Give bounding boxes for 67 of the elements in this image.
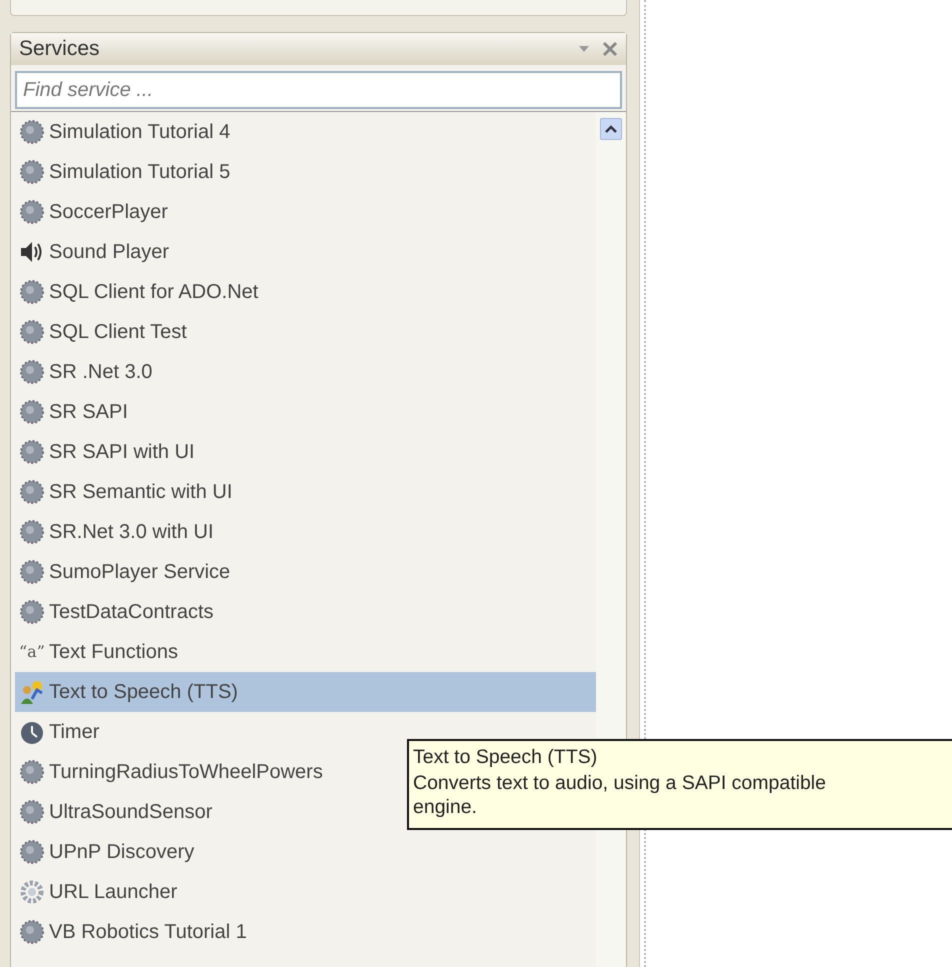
gear-icon bbox=[19, 519, 45, 545]
service-label: UPnP Discovery bbox=[49, 840, 194, 865]
service-label: Timer bbox=[49, 720, 100, 745]
chevron-up-icon bbox=[605, 125, 617, 133]
tooltip-title: Text to Speech (TTS) bbox=[413, 745, 598, 770]
service-item[interactable]: Simulation Tutorial 4 bbox=[15, 112, 596, 152]
service-item[interactable]: VB Robotics Tutorial 1 bbox=[15, 912, 596, 952]
gear-icon bbox=[19, 799, 45, 825]
gear-icon bbox=[19, 279, 45, 305]
gear-icon bbox=[19, 199, 45, 225]
gear-icon bbox=[19, 599, 45, 625]
tooltip-description: Converts text to audio, using a SAPI compatible engine. bbox=[413, 772, 827, 820]
people-icon bbox=[19, 679, 45, 705]
service-item[interactable]: SR Semantic with UI bbox=[15, 472, 596, 512]
panel-title: Services bbox=[19, 36, 101, 62]
service-item[interactable]: SR.Net 3.0 with UI bbox=[15, 512, 596, 552]
gear-icon bbox=[19, 919, 45, 945]
service-label: Text Functions bbox=[49, 640, 178, 665]
service-label: SQL Client for ADO.Net bbox=[49, 280, 258, 305]
gear-icon bbox=[19, 559, 45, 585]
service-item[interactable]: Text to Speech (TTS) bbox=[15, 672, 596, 712]
service-label: Text to Speech (TTS) bbox=[49, 680, 238, 705]
gear-icon bbox=[19, 119, 45, 145]
service-item[interactable]: Simulation Tutorial 5 bbox=[15, 152, 596, 192]
dropdown-icon[interactable] bbox=[578, 45, 590, 53]
gear-icon bbox=[19, 359, 45, 385]
service-label: SR Semantic with UI bbox=[49, 480, 232, 505]
quote-icon: “a” bbox=[19, 640, 45, 664]
service-label: SR.Net 3.0 with UI bbox=[49, 520, 214, 545]
service-label: SR SAPI with UI bbox=[49, 440, 195, 465]
service-label: VB Robotics Tutorial 1 bbox=[49, 920, 247, 945]
clock-icon bbox=[19, 719, 45, 745]
gear-icon bbox=[19, 159, 45, 185]
service-item[interactable]: SQL Client Test bbox=[15, 312, 596, 352]
service-label: Sound Player bbox=[49, 240, 170, 265]
service-label: SR .Net 3.0 bbox=[49, 360, 152, 385]
gear-icon bbox=[19, 759, 45, 785]
service-item[interactable]: UPnP Discovery bbox=[15, 832, 596, 872]
gear-icon bbox=[19, 439, 45, 465]
service-label: SumoPlayer Service bbox=[49, 560, 230, 585]
gear-icon bbox=[19, 879, 45, 905]
service-item[interactable]: TestDataContracts bbox=[15, 592, 596, 632]
service-label: SoccerPlayer bbox=[49, 200, 168, 225]
service-label: SR SAPI bbox=[49, 400, 128, 425]
service-label: UltraSoundSensor bbox=[49, 800, 212, 825]
close-icon[interactable] bbox=[602, 41, 618, 57]
service-item[interactable]: SoccerPlayer bbox=[15, 192, 596, 232]
service-item[interactable]: SumoPlayer Service bbox=[15, 552, 596, 592]
service-item[interactable]: SQL Client for ADO.Net bbox=[15, 272, 596, 312]
gear-icon bbox=[19, 839, 45, 865]
gear-icon bbox=[19, 399, 45, 425]
service-label: Simulation Tutorial 5 bbox=[49, 160, 230, 185]
service-item[interactable]: SR SAPI with UI bbox=[15, 432, 596, 472]
service-item[interactable]: Sound Player bbox=[15, 232, 596, 272]
search-field[interactable]: Find service ... bbox=[15, 71, 622, 109]
service-label: Simulation Tutorial 4 bbox=[49, 120, 230, 145]
service-item[interactable]: URL Launcher bbox=[15, 872, 596, 912]
service-label: SQL Client Test bbox=[49, 320, 187, 345]
service-item[interactable]: SR SAPI bbox=[15, 392, 596, 432]
service-label: TurningRadiusToWheelPowers bbox=[49, 760, 323, 785]
scroll-up-button[interactable] bbox=[600, 118, 622, 140]
gear-icon bbox=[19, 319, 45, 345]
service-label: TestDataContracts bbox=[49, 600, 214, 625]
service-label: URL Launcher bbox=[49, 880, 178, 905]
service-item[interactable]: SR .Net 3.0 bbox=[15, 352, 596, 392]
gear-icon bbox=[19, 479, 45, 505]
service-item[interactable]: “a” Text Functions bbox=[15, 632, 596, 672]
